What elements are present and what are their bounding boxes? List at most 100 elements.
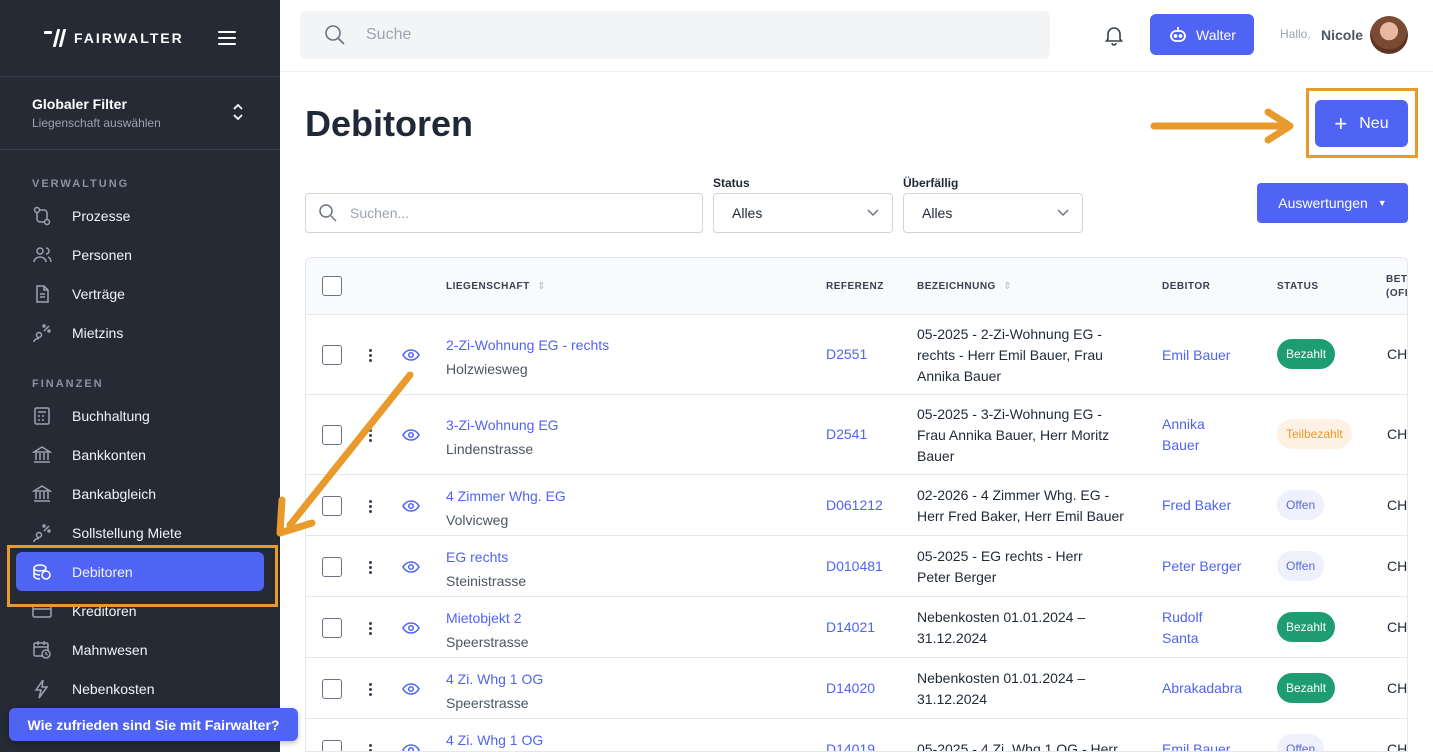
sidebar: FAIRWALTER Globaler Filter Liegenschaft … [0, 0, 280, 752]
table-row[interactable]: 2-Zi-Wohnung EG - rechts Holzwiesweg D255… [306, 315, 1407, 395]
feedback-button[interactable]: Wie zufrieden sind Sie mit Fairwalter? [9, 708, 298, 741]
status-badge: Offen [1277, 733, 1325, 751]
bell-icon[interactable] [1103, 24, 1125, 46]
column-header-bezeichnung[interactable]: BEZEICHNUNG ⇕ [917, 281, 1012, 292]
eye-icon[interactable] [402, 560, 420, 573]
eye-icon[interactable] [402, 682, 420, 695]
status-badge: Bezahlt [1277, 611, 1336, 642]
sidebar-item-label: Personen [72, 246, 132, 263]
sidebar-item-buchhaltung[interactable]: Buchhaltung [0, 396, 280, 435]
property-link[interactable]: 3-Zi-Wohnung EG [446, 413, 559, 437]
menu-icon[interactable] [218, 31, 236, 45]
sidebar-item-label: Buchhaltung [72, 407, 150, 424]
reports-button[interactable]: Auswertungen ▼ [1257, 183, 1408, 223]
sidebar-item-label: Bankkonten [72, 446, 146, 463]
column-header-status: STATUS [1277, 281, 1319, 292]
property-cell: 4 Zimmer Whg. EG Volvicweg [446, 484, 566, 532]
more-options-icon[interactable] [368, 349, 372, 362]
description-cell: Nebenkosten 01.01.2024 – 31.12.2024 [917, 668, 1085, 710]
debtor-link[interactable]: Annika Bauer [1162, 414, 1205, 456]
description-cell: Nebenkosten 01.01.2024 – 31.12.2024 [917, 607, 1085, 649]
reference-link[interactable]: D14020 [826, 680, 875, 696]
table-search-input[interactable]: Suchen... [305, 193, 703, 233]
row-checkbox[interactable] [322, 739, 342, 751]
more-options-icon[interactable] [368, 560, 372, 574]
calculator-icon [32, 406, 52, 426]
eye-icon[interactable] [402, 743, 420, 752]
table-row[interactable]: 4 Zi. Whg 1 OG Speerstrasse D14020 Nebenko… [306, 658, 1407, 719]
debtor-link[interactable]: Peter Berger [1162, 556, 1241, 577]
sidebar-item-mietzins[interactable]: Mietzins [0, 313, 280, 352]
walter-button-label: Walter [1196, 26, 1236, 43]
row-checkbox[interactable] [322, 345, 342, 365]
property-link[interactable]: Mietobjekt 2 [446, 606, 528, 630]
property-cell: 4 Zi. Whg 1 OG Speerstrasse [446, 667, 543, 715]
table-row[interactable]: 4 Zi. Whg 1 OG D14019 05-2025 - 4 Zi. Whg… [306, 719, 1407, 752]
annotation-arrow-right [1150, 108, 1294, 144]
property-cell: 3-Zi-Wohnung EG Lindenstrasse [446, 413, 559, 461]
more-options-icon[interactable] [368, 743, 372, 751]
logo[interactable]: FAIRWALTER [44, 29, 184, 47]
eye-icon[interactable] [402, 349, 420, 361]
reminder-icon [32, 640, 52, 660]
sidebar-item-mahnwesen[interactable]: Mahnwesen [0, 630, 280, 669]
reference-link[interactable]: D14021 [826, 619, 875, 635]
new-button[interactable]: + Neu [1315, 100, 1408, 147]
user-name[interactable]: Nicole [1321, 27, 1363, 43]
eye-icon[interactable] [402, 621, 420, 634]
debtor-link[interactable]: Rudolf Santa [1162, 607, 1202, 649]
debtor-link[interactable]: Fred Baker [1162, 495, 1231, 516]
reference-link[interactable]: D010481 [826, 558, 883, 574]
annotation-arrow-down-left [276, 371, 414, 537]
reference-link[interactable]: D14019 [826, 741, 875, 752]
reference-link[interactable]: D2541 [826, 426, 867, 442]
debtor-link[interactable]: Abrakadabra [1162, 678, 1242, 699]
property-link[interactable]: EG rechts [446, 545, 526, 569]
overdue-filter-select[interactable]: Alles [903, 193, 1083, 233]
status-badge: Bezahlt [1277, 339, 1336, 369]
column-header-debitor: DEBITOR [1162, 281, 1211, 292]
amount-cell: CH [1387, 426, 1408, 442]
property-cell: 4 Zi. Whg 1 OG [446, 728, 543, 752]
table-row[interactable]: Mietobjekt 2 Speerstrasse D14021 Nebenkost… [306, 597, 1407, 658]
table-row[interactable]: 4 Zimmer Whg. EG Volvicweg D061212 02-2026… [306, 475, 1407, 536]
description-line: Bauer [917, 447, 955, 464]
table-row[interactable]: EG rechts Steinistrasse D010481 05-2025 - … [306, 536, 1407, 597]
row-checkbox[interactable] [322, 617, 342, 638]
property-link[interactable]: 2-Zi-Wohnung EG - rechts [446, 333, 609, 357]
select-all-checkbox[interactable] [322, 276, 342, 296]
property-street: Speerstrasse [446, 633, 529, 650]
row-checkbox[interactable] [322, 556, 342, 577]
debtor-link[interactable]: Emil Bauer [1162, 739, 1231, 752]
property-link[interactable]: 4 Zi. Whg 1 OG [446, 728, 543, 752]
global-filter[interactable]: Globaler Filter Liegenschaft auswählen [0, 77, 280, 150]
sidebar-item-bankkonten[interactable]: Bankkonten [0, 435, 280, 474]
description-line: rechts - Herr Emil Bauer, Frau [917, 346, 1103, 363]
sidebar-item-nebenkosten[interactable]: Nebenkosten [0, 669, 280, 708]
debtor-name-line: Emil Bauer [1162, 741, 1231, 752]
sidebar-item-bankabgleich[interactable]: Bankabgleich [0, 474, 280, 513]
row-checkbox[interactable] [322, 678, 342, 699]
reference-link[interactable]: D061212 [826, 497, 883, 513]
walter-assistant-button[interactable]: Walter [1150, 14, 1254, 55]
sidebar-item-prozesse[interactable]: Prozesse [0, 196, 280, 235]
description-line: 05-2025 - 2-Zi-Wohnung EG - [917, 325, 1102, 342]
more-options-icon[interactable] [368, 682, 372, 696]
description-line: Nebenkosten 01.01.2024 – [917, 608, 1086, 625]
property-link[interactable]: 4 Zimmer Whg. EG [446, 484, 566, 508]
reference-link[interactable]: D2551 [826, 346, 867, 362]
status-filter-select[interactable]: Alles [713, 193, 893, 233]
more-options-icon[interactable] [368, 621, 372, 635]
property-cell: EG rechts Steinistrasse [446, 545, 526, 593]
table-header: LIEGENSCHAFT ⇕ REFERENZ BEZEICHNUNG ⇕ DE… [306, 258, 1407, 315]
debtor-link[interactable]: Emil Bauer [1162, 345, 1230, 366]
property-link[interactable]: 4 Zi. Whg 1 OG [446, 667, 543, 691]
avatar[interactable] [1370, 16, 1408, 54]
column-header-liegenschaft[interactable]: LIEGENSCHAFT ⇕ [446, 281, 546, 292]
table-row[interactable]: 3-Zi-Wohnung EG Lindenstrasse D2541 05-202… [306, 395, 1407, 475]
sidebar-item-vertraege[interactable]: Verträge [0, 274, 280, 313]
page-title: Debitoren [305, 103, 474, 144]
sidebar-item-label: Sollstellung Miete [72, 524, 182, 541]
sidebar-item-personen[interactable]: Personen [0, 235, 280, 274]
global-search-input[interactable]: Suche [300, 11, 1050, 59]
